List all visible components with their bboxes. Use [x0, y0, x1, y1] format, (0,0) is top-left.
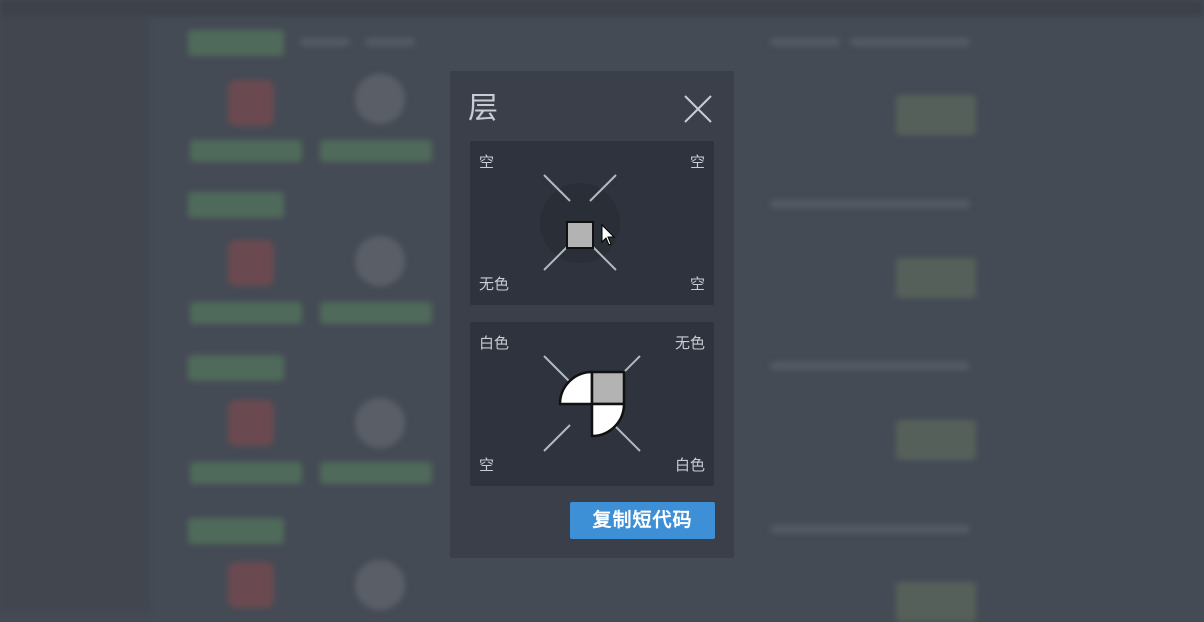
- layer-panel-two: 白色 无色 空 白色: [470, 322, 714, 486]
- dialog-title: 层: [468, 91, 498, 126]
- corner-toggle-top-left[interactable]: [532, 344, 576, 388]
- background-text: [770, 362, 970, 370]
- corner-toggle-top-right[interactable]: [608, 163, 652, 207]
- background-thumb: [355, 74, 405, 124]
- background-pill: [188, 355, 284, 381]
- background-button: [896, 420, 976, 460]
- corner-toggle-top-right[interactable]: [608, 344, 652, 388]
- background-pill: [188, 518, 284, 544]
- background-button: [896, 95, 976, 135]
- background-block: [320, 140, 432, 162]
- background-topbar: [0, 0, 1204, 16]
- corner-toggle-bottom-left[interactable]: [532, 239, 576, 283]
- background-thumb: [355, 236, 405, 286]
- corner-label-top-right: 无色: [674, 334, 705, 352]
- background-text: [850, 38, 970, 46]
- background-text: [770, 38, 840, 46]
- corner-label-bottom-left: 无色: [479, 275, 510, 293]
- background-pill: [188, 192, 284, 218]
- background-text: [770, 200, 970, 208]
- corner-toggle-bottom-right[interactable]: [608, 239, 652, 283]
- background-block: [190, 462, 302, 484]
- background-thumb: [228, 80, 274, 126]
- background-text: [770, 525, 970, 533]
- background-button: [896, 258, 976, 298]
- corner-label-top-left: 空: [479, 153, 495, 171]
- background-thumb: [355, 560, 405, 610]
- corner-toggle-top-left[interactable]: [532, 163, 576, 207]
- background-button: [896, 582, 976, 622]
- corner-label-bottom-left: 空: [479, 456, 495, 474]
- background-thumb: [228, 240, 274, 286]
- background-block: [320, 302, 432, 324]
- background-text: [365, 38, 415, 46]
- background-thumb: [355, 398, 405, 448]
- background-text: [300, 38, 350, 46]
- background-block: [190, 302, 302, 324]
- corner-toggle-bottom-right[interactable]: [608, 420, 652, 464]
- background-sidebar: [0, 16, 150, 611]
- background-pill: [188, 30, 284, 56]
- corner-toggle-bottom-left[interactable]: [532, 420, 576, 464]
- close-button[interactable]: [680, 91, 716, 127]
- layer-dialog: 层 空 空 无色 空 白色 无色 空 白色 复制短代码: [450, 71, 734, 558]
- corner-label-top-left: 白色: [479, 334, 510, 352]
- close-icon: [684, 95, 712, 123]
- corner-label-top-right: 空: [689, 153, 705, 171]
- background-block: [190, 140, 302, 162]
- layer-panel-one: 空 空 无色 空: [470, 141, 714, 305]
- copy-shortcode-button[interactable]: 复制短代码: [570, 502, 715, 539]
- background-block: [320, 462, 432, 484]
- corner-label-bottom-right: 白色: [674, 456, 705, 474]
- background-thumb: [228, 562, 274, 608]
- corner-label-bottom-right: 空: [689, 275, 705, 293]
- background-thumb: [228, 400, 274, 446]
